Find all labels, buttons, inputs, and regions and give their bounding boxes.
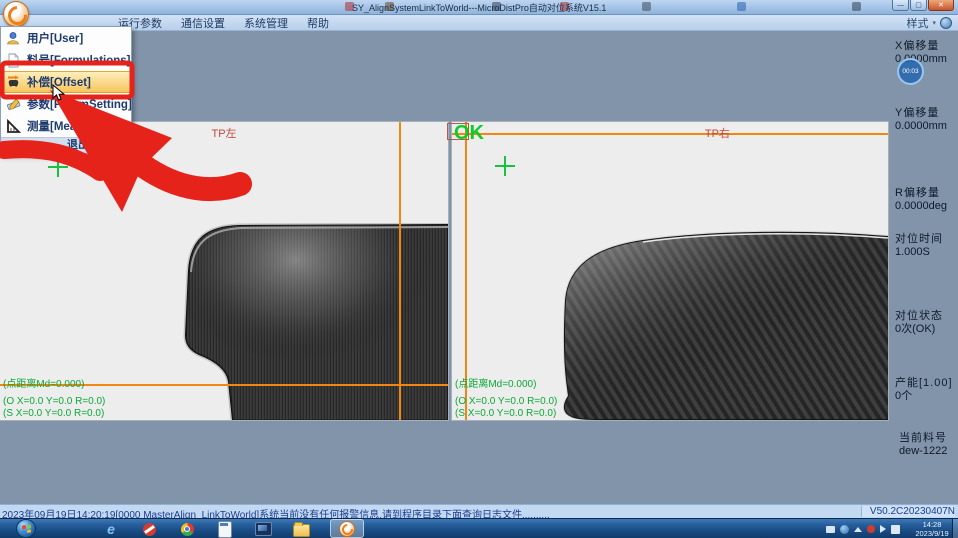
crosshair-icon <box>48 157 68 177</box>
offset-s-readout: (S X=0.0 Y=0.0 R=0.0) <box>3 408 104 419</box>
alignment-line-vertical <box>399 122 401 420</box>
system-tray <box>826 523 900 535</box>
menu-item-offset[interactable]: 补偿[Offset] <box>1 71 131 93</box>
ime-icon[interactable] <box>891 525 900 534</box>
microdistpro-icon <box>339 521 355 537</box>
offset-o-readout: (O X=0.0 Y=0.0 R=0.0) <box>455 396 557 407</box>
chevron-up-icon[interactable] <box>854 527 862 532</box>
status-bar: 2023年09月19日14:20:19[0000 MasterAlign_Lin… <box>0 504 958 519</box>
desktop-icon-ghost <box>642 2 651 11</box>
version-label: V50.2C20230407N <box>861 506 955 517</box>
offset-s-readout: (S X=0.0 Y=0.0 R=0.0) <box>455 408 556 419</box>
workpiece-right <box>555 228 888 420</box>
workpiece-left <box>183 223 448 420</box>
offset-hand-icon <box>6 75 21 90</box>
metric-y-offset: Y偏移量0.0000mm <box>895 107 957 133</box>
app-window: SY_AlignSystemLinkToWorld---MicroDistPro… <box>0 0 958 538</box>
close-button[interactable]: ✕ <box>928 0 954 11</box>
maximize-button[interactable]: ▢ <box>910 0 927 11</box>
taskbar-remote-icon[interactable] <box>138 521 160 537</box>
menu-item-measuring[interactable]: 测量[Measuring] <box>1 115 131 137</box>
windows-logo-icon <box>22 524 31 533</box>
menu-item-comm-settings[interactable]: 通信设置 <box>181 15 225 31</box>
help-icon[interactable] <box>940 17 952 29</box>
style-dropdown[interactable]: 样式 <box>906 15 928 31</box>
timer-badge: 00:03 <box>897 58 924 85</box>
minimize-button[interactable]: — <box>892 0 909 11</box>
window-title: SY_AlignSystemLinkToWorld---MicroDistPro… <box>352 1 606 14</box>
menu-item-system-mgmt[interactable]: 系统管理 <box>244 15 288 31</box>
taskbar: e 14:28 2023/9/19 <box>0 518 958 538</box>
view-title-right: TP右 <box>705 125 730 141</box>
triangle-ruler-icon <box>6 119 21 134</box>
network-icon[interactable] <box>840 525 849 534</box>
metric-capacity: 产能[1.00]0个 <box>895 377 957 403</box>
alert-icon[interactable] <box>867 525 875 533</box>
taskbar-calculator-icon[interactable] <box>214 521 236 537</box>
crosshair-icon <box>495 156 515 176</box>
taskbar-ie-icon[interactable]: e <box>100 521 122 537</box>
taskbar-chrome-icon[interactable] <box>176 521 198 537</box>
file-menu-dropdown: 用户[User] 料号[Formulations] 补偿[Offset] 参数[… <box>0 26 132 154</box>
show-desktop-button[interactable] <box>952 519 958 538</box>
taskbar-clock[interactable]: 14:28 2023/9/19 <box>910 520 954 538</box>
taskbar-folder-icon[interactable] <box>290 521 312 537</box>
app-logo-icon <box>3 1 29 27</box>
taskbar-active-app[interactable] <box>330 519 364 538</box>
document-icon <box>6 53 21 68</box>
distance-readout: (点距离Md=0.000) <box>3 375 84 390</box>
offset-o-readout: (O X=0.0 Y=0.0 R=0.0) <box>3 396 105 407</box>
user-icon <box>6 31 21 46</box>
distance-readout: (点距离Md=0.000) <box>455 375 536 390</box>
menu-item-formulations[interactable]: 料号[Formulations] <box>1 49 131 71</box>
menu-item-exit[interactable]: 退出(Exit) <box>1 137 131 153</box>
start-button[interactable] <box>16 519 36 538</box>
camera-view-right[interactable]: OK TP右 (点距离Md=0.000) (O <box>452 122 888 420</box>
volume-icon[interactable] <box>880 525 886 533</box>
menu-item-parameters[interactable]: 参数[ParamSetting] <box>1 93 131 115</box>
menu-item-help[interactable]: 帮助 <box>307 15 329 31</box>
printer-icon[interactable] <box>826 526 835 533</box>
camera-view-left[interactable]: TP左 (点距离Md=0.000) <box>0 122 448 420</box>
taskbar-computer-icon[interactable] <box>252 521 274 537</box>
metric-r-offset: R偏移量0.0000deg <box>895 187 957 213</box>
chevron-down-icon: ▾ <box>932 19 936 27</box>
ruler-pencil-icon <box>6 97 21 112</box>
menu-item-user[interactable]: 用户[User] <box>1 27 131 49</box>
desktop-icon-ghost <box>737 2 746 11</box>
view-title-left: TP左 <box>211 125 236 141</box>
detection-box <box>447 123 469 140</box>
metric-current-part: 当前料号dew-1222 <box>899 432 958 458</box>
menu-bar: 运行参数 通信设置 系统管理 帮助 样式 ▾ <box>0 14 958 31</box>
metric-align-status: 对位状态0次(OK) <box>895 310 957 336</box>
title-bar: SY_AlignSystemLinkToWorld---MicroDistPro… <box>0 0 958 15</box>
metric-align-time: 对位时间1.000S <box>895 233 957 259</box>
desktop-icon-ghost <box>852 2 861 11</box>
alignment-line-horizontal <box>452 133 888 135</box>
